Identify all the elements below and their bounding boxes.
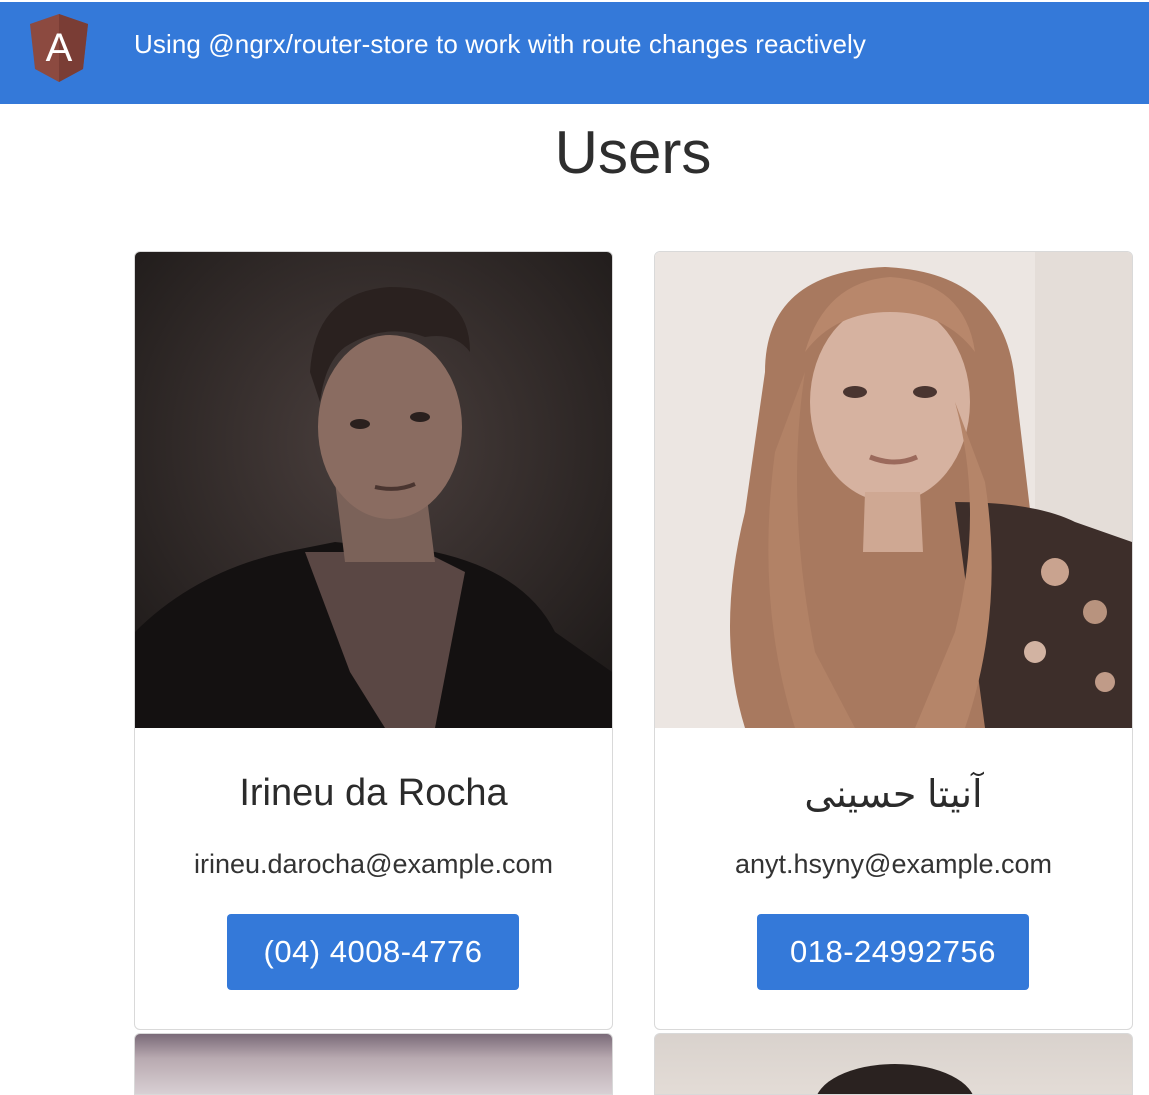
user-card: Irineu da Rocha irineu.darocha@example.c… bbox=[134, 251, 613, 1030]
user-email: anyt.hsyny@example.com bbox=[734, 849, 1053, 879]
user-card: آنیتا حسینی anyt.hsyny@example.com 018-2… bbox=[654, 251, 1133, 1030]
user-photo bbox=[135, 252, 612, 728]
phone-button[interactable]: 018-24992756 bbox=[757, 914, 1029, 990]
user-photo bbox=[655, 252, 1132, 728]
user-name: Irineu da Rocha bbox=[239, 772, 508, 814]
angular-logo-icon[interactable]: A bbox=[30, 14, 88, 82]
top-navbar: A Using @ngrx/router-store to work with … bbox=[0, 2, 1149, 104]
user-photo bbox=[135, 1034, 612, 1094]
user-email: irineu.darocha@example.com bbox=[193, 849, 554, 879]
user-photo bbox=[655, 1034, 1132, 1094]
svg-text:A: A bbox=[46, 26, 73, 70]
user-card-partial bbox=[654, 1033, 1133, 1095]
user-card-partial bbox=[134, 1033, 613, 1095]
phone-button[interactable]: (04) 4008-4776 bbox=[227, 914, 519, 990]
navbar-title: Using @ngrx/router-store to work with ro… bbox=[134, 29, 867, 59]
user-name: آنیتا حسینی bbox=[804, 774, 983, 816]
page-title: Users bbox=[554, 119, 712, 186]
